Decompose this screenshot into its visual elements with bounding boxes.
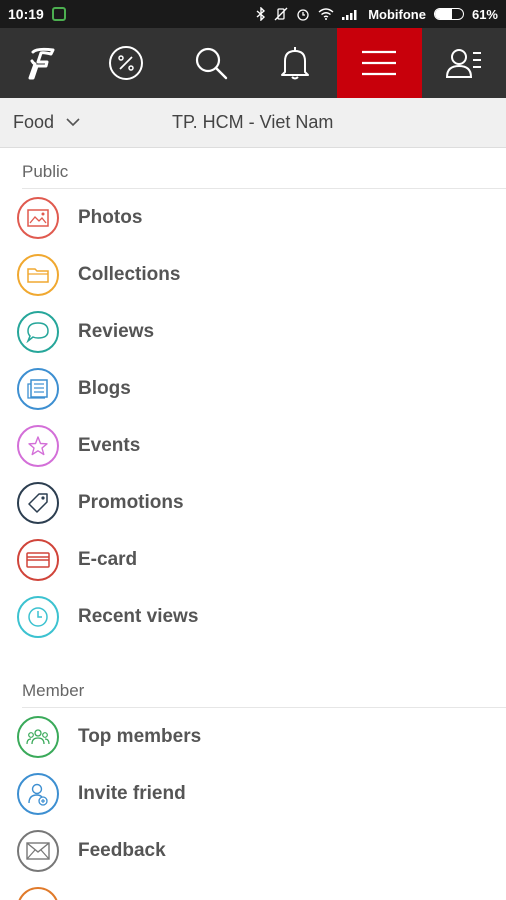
menu-item-blogs[interactable]: Blogs xyxy=(0,360,506,417)
search-icon xyxy=(195,47,228,80)
battery-percent: 61% xyxy=(471,6,498,22)
section-title-public: Public xyxy=(22,162,69,181)
hamburger-menu-icon xyxy=(362,50,397,76)
location-selector[interactable]: TP. HCM - Viet Nam xyxy=(172,112,333,133)
menu-item-label: Collections xyxy=(78,263,181,285)
menu-item-label: Top members xyxy=(78,725,202,747)
vibrate-off-icon xyxy=(274,7,288,21)
alarm-icon xyxy=(297,9,309,21)
menu-item-partial[interactable] xyxy=(0,879,506,900)
shield-icon xyxy=(51,7,66,21)
menu-item-label: Recent views xyxy=(78,605,199,627)
status-right: Mobifone 61% xyxy=(256,7,498,22)
speech-bubble-icon xyxy=(17,310,59,353)
category-dropdown[interactable]: Food xyxy=(0,112,160,133)
menu-item-label: Events xyxy=(78,434,141,456)
menu-item-label: Feedback xyxy=(78,839,166,861)
section-title-member: Member xyxy=(22,681,85,700)
menu-item-promotions[interactable]: Promotions xyxy=(0,474,506,531)
user-list-icon xyxy=(445,49,481,78)
filter-bar: Food TP. HCM - Viet Nam xyxy=(0,98,506,148)
star-icon xyxy=(17,424,59,467)
nav-promotions-button[interactable] xyxy=(84,28,168,98)
photo-icon xyxy=(17,196,59,239)
group-icon xyxy=(17,715,59,758)
side-menu: Public Photos Collections Reviews Blogs … xyxy=(0,148,506,900)
menu-item-invite-friend[interactable]: Invite friend xyxy=(0,765,506,822)
menu-item-label: Invite friend xyxy=(78,782,186,804)
wifi-icon xyxy=(318,8,334,20)
nav-notifications-button[interactable] xyxy=(253,28,337,98)
menu-item-top-members[interactable]: Top members xyxy=(0,708,506,765)
battery-icon xyxy=(433,8,464,20)
status-bar: 10:19 Mobifone 61% xyxy=(0,0,506,28)
nav-account-button[interactable] xyxy=(422,28,506,98)
nav-menu-button[interactable] xyxy=(337,28,422,98)
menu-item-ecard[interactable]: E-card xyxy=(0,531,506,588)
card-icon xyxy=(17,538,59,581)
category-label: Food xyxy=(13,112,55,132)
carrier-name: Mobifone xyxy=(368,6,426,22)
status-time: 10:19 xyxy=(8,6,44,22)
foody-f-logo xyxy=(28,47,55,80)
menu-item-photos[interactable]: Photos xyxy=(0,189,506,246)
nav-logo-button[interactable] xyxy=(0,28,84,98)
add-user-icon xyxy=(17,772,59,815)
percent-icon xyxy=(109,46,144,80)
menu-item-label: Reviews xyxy=(78,320,155,342)
bell-icon xyxy=(281,47,310,80)
menu-item-label: Photos xyxy=(78,206,143,228)
clock-icon xyxy=(17,595,59,638)
nav-search-button[interactable] xyxy=(169,28,253,98)
menu-item-label: Blogs xyxy=(78,377,131,399)
menu-item-recent-views[interactable]: Recent views xyxy=(0,588,506,645)
menu-item-label: E-card xyxy=(78,548,138,570)
top-nav-bar xyxy=(0,28,506,98)
partial-icon xyxy=(17,886,59,900)
chevron-down-icon xyxy=(66,118,80,127)
menu-item-collections[interactable]: Collections xyxy=(0,246,506,303)
menu-item-feedback[interactable]: Feedback xyxy=(0,822,506,879)
newspaper-icon xyxy=(17,367,59,410)
menu-item-reviews[interactable]: Reviews xyxy=(0,303,506,360)
bluetooth-icon xyxy=(256,7,266,21)
menu-item-events[interactable]: Events xyxy=(0,417,506,474)
folder-icon xyxy=(17,253,59,296)
envelope-icon xyxy=(17,829,59,872)
signal-icon xyxy=(342,10,357,20)
menu-item-label: Promotions xyxy=(78,491,184,513)
tag-icon xyxy=(17,481,59,524)
